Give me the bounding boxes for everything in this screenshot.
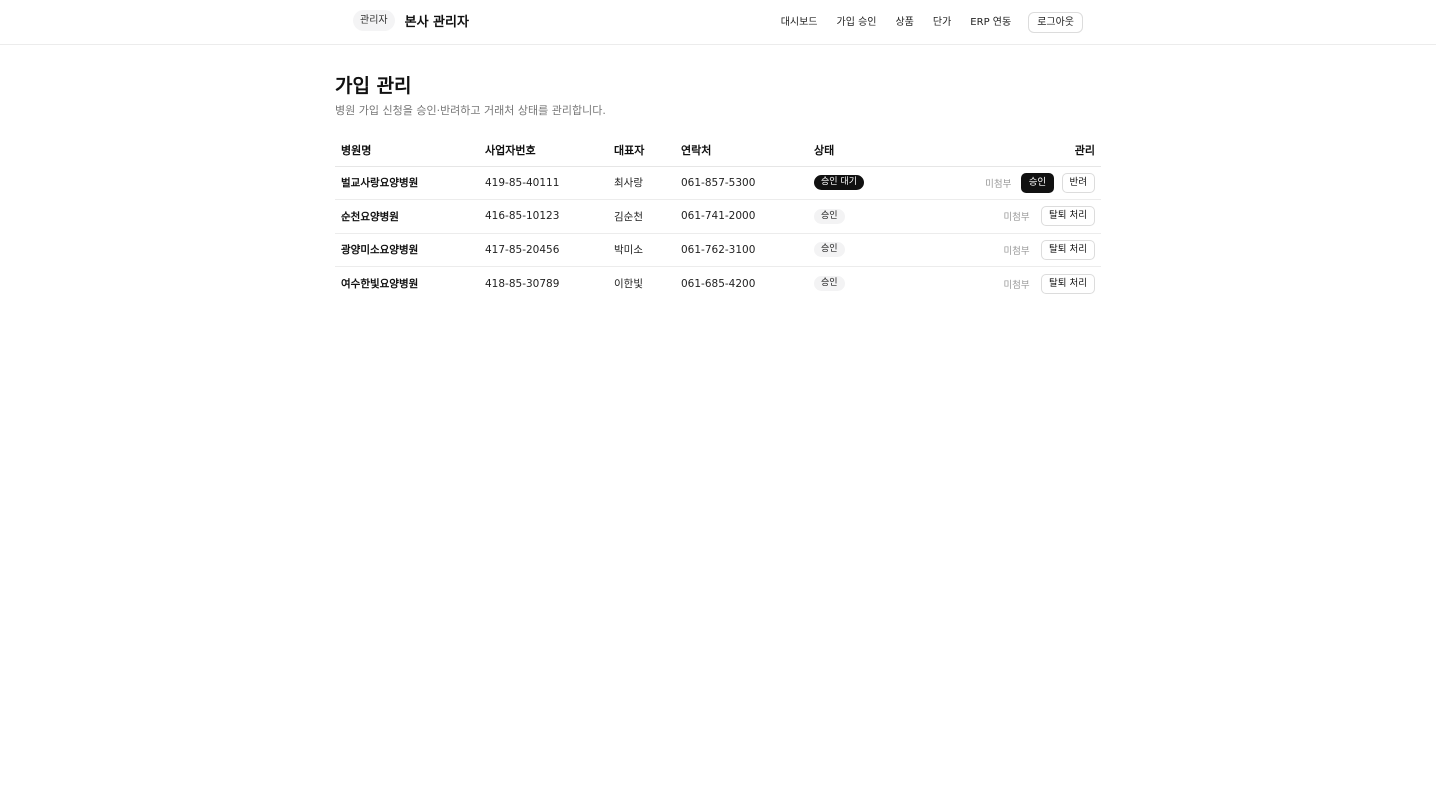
- app-title: 본사 관리자: [404, 15, 469, 30]
- main-content: 가입 관리 병원 가입 신청을 승인·반려하고 거래처 상태를 관리합니다. 병…: [335, 74, 1101, 294]
- business-number: 416-85-10123: [479, 199, 608, 234]
- nav-erp-integration[interactable]: ERP 연동: [970, 13, 1011, 33]
- column-header-actions: 관리: [918, 134, 1101, 167]
- brand: 관리자 본사 관리자: [353, 10, 469, 31]
- page-subtitle: 병원 가입 신청을 승인·반려하고 거래처 상태를 관리합니다.: [335, 104, 606, 117]
- hospital-name: 광양미소요양병원: [335, 233, 479, 268]
- page-title: 가입 관리: [335, 75, 412, 97]
- nav-dashboard[interactable]: 대시보드: [781, 13, 818, 33]
- status-cell: 승인: [808, 267, 918, 301]
- status-cell: 승인 대기: [808, 166, 918, 201]
- phone-number: 061-762-3100: [675, 233, 808, 268]
- status-badge: 승인: [814, 208, 845, 224]
- role-badge: 관리자: [353, 10, 395, 31]
- attachment-status: 미첨부: [1003, 212, 1030, 224]
- ceo-name: 박미소: [608, 233, 675, 268]
- column-header-status: 상태: [808, 134, 918, 167]
- actions-cell: 미첨부 탈퇴 처리: [918, 267, 1101, 301]
- approve-button[interactable]: 승인: [1020, 172, 1055, 193]
- business-number: 417-85-20456: [479, 233, 608, 268]
- withdraw-button[interactable]: 탈퇴 처리: [1041, 273, 1095, 294]
- actions-cell: 미첨부 승인 반려: [918, 166, 1101, 201]
- business-number: 418-85-30789: [485, 277, 560, 290]
- withdraw-button[interactable]: 탈퇴 처리: [1041, 206, 1095, 227]
- signup-table: 병원명 사업자번호 대표자 연락처 상태 관리 벌교사랑요양병원 419-85-…: [335, 134, 1101, 300]
- phone-number: 061-685-4200: [681, 277, 756, 290]
- top-navigation-bar: 관리자 본사 관리자 대시보드 가입 승인 상품 단가 ERP 연동 로그아웃: [0, 0, 1436, 45]
- reject-button[interactable]: 반려: [1061, 172, 1095, 193]
- column-header-ceo: 대표자: [608, 134, 675, 167]
- table-row: 순천요양병원 416-85-10123 김순천 061-741-2000 승인 …: [335, 199, 1101, 234]
- status-badge: 승인: [814, 242, 845, 258]
- attachment-status: 미첨부: [1003, 245, 1030, 257]
- status-cell: 승인: [808, 233, 918, 268]
- business-number: 419-85-40111: [479, 166, 608, 201]
- main-nav: 대시보드 가입 승인 상품 단가 ERP 연동 로그아웃: [781, 12, 1083, 33]
- table-header-row: 병원명 사업자번호 대표자 연락처 상태 관리: [335, 134, 1101, 167]
- nav-products[interactable]: 상품: [895, 13, 913, 33]
- logout-button[interactable]: 로그아웃: [1028, 12, 1083, 33]
- hospital-name: 순천요양병원: [335, 199, 479, 234]
- actions-cell: 미첨부 탈퇴 처리: [918, 199, 1101, 234]
- ceo-name: 최사랑: [608, 166, 675, 201]
- nav-pricing[interactable]: 단가: [933, 13, 951, 33]
- attachment-status: 미첨부: [985, 178, 1012, 190]
- attachment-status: 미첨부: [1003, 279, 1030, 291]
- table-row: 여수한빛요양병원 418-85-30789 이한빛 061-685-4200 승…: [335, 267, 1101, 301]
- table-row: 벌교사랑요양병원 419-85-40111 최사랑 061-857-5300 승…: [335, 166, 1101, 201]
- actions-cell: 미첨부 탈퇴 처리: [918, 233, 1101, 268]
- column-header-name: 병원명: [335, 134, 479, 167]
- status-badge: 승인: [814, 276, 845, 292]
- withdraw-button[interactable]: 탈퇴 처리: [1041, 239, 1095, 260]
- column-header-phone: 연락처: [675, 134, 808, 167]
- ceo-name: 이한빛: [614, 278, 643, 291]
- table-row: 광양미소요양병원 417-85-20456 박미소 061-762-3100 승…: [335, 233, 1101, 268]
- hospital-name: 벌교사랑요양병원: [335, 166, 479, 201]
- phone-number: 061-857-5300: [675, 166, 808, 201]
- hospital-name: 여수한빛요양병원: [341, 278, 419, 291]
- phone-number: 061-741-2000: [675, 199, 808, 234]
- status-cell: 승인: [808, 199, 918, 234]
- status-badge: 승인 대기: [814, 175, 864, 191]
- ceo-name: 김순천: [608, 199, 675, 234]
- column-header-business-number: 사업자번호: [479, 134, 608, 167]
- nav-signup-approval[interactable]: 가입 승인: [837, 13, 877, 33]
